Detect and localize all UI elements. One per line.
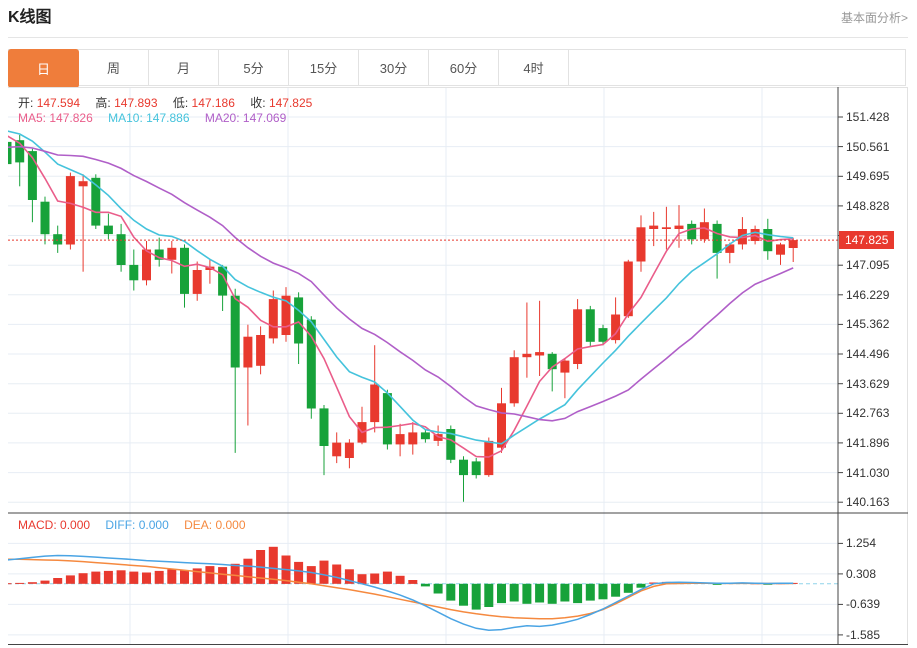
timeframe-tabs: 日 周 月 5分 15分 30分 60分 4时 xyxy=(8,49,906,88)
low-label: 低: xyxy=(172,96,189,110)
main-y-axis-label: 150.561 xyxy=(846,139,890,154)
macd-y-axis-label: 1.254 xyxy=(846,536,877,551)
main-y-axis-label: 143.629 xyxy=(846,376,890,391)
chart-area[interactable]: 开: 147.594 高: 147.893 低: 147.186 收: 147.… xyxy=(8,87,908,645)
macd-y-axis-label: 0.308 xyxy=(846,566,877,581)
tab-60min[interactable]: 60分 xyxy=(429,50,499,85)
open-value: 147.594 xyxy=(36,96,81,110)
main-y-axis-label: 145.362 xyxy=(846,317,890,332)
ma-legend: MA5: 147.826 MA10: 147.886 MA20: 147.069 xyxy=(18,111,298,125)
tab-day[interactable]: 日 xyxy=(8,49,79,88)
page-title: K线图 xyxy=(8,9,52,26)
fundamental-analysis-link[interactable]: 基本面分析> xyxy=(841,6,908,30)
high-label: 高: xyxy=(95,96,111,110)
main-y-axis-label: 144.496 xyxy=(846,347,890,362)
close-value: 147.825 xyxy=(268,96,313,110)
tabs-filler xyxy=(569,50,905,85)
ma20-value: 147.069 xyxy=(242,111,287,125)
main-y-axis-label: 141.030 xyxy=(846,465,890,480)
macd-y-axis-label: -0.639 xyxy=(846,597,881,612)
header-divider xyxy=(8,37,908,38)
main-y-axis-label: 140.163 xyxy=(846,495,890,510)
diff-value: 0.000 xyxy=(138,518,169,532)
main-y-axis-label: 151.428 xyxy=(846,110,890,124)
current-price-tag: 147.825 xyxy=(839,231,895,250)
ohlc-legend: 开: 147.594 高: 147.893 低: 147.186 收: 147.… xyxy=(18,94,324,111)
main-y-axis-label: 142.763 xyxy=(846,406,890,421)
high-value: 147.893 xyxy=(114,96,158,110)
ma5-label: MA5: xyxy=(18,111,47,125)
macd-label: MACD: xyxy=(18,518,57,532)
kline-page: K线图 基本面分析> 日 周 月 5分 15分 30分 60分 4时 开: 14… xyxy=(0,0,917,648)
ma5-value: 147.826 xyxy=(49,111,93,125)
tab-30min[interactable]: 30分 xyxy=(359,50,429,85)
main-y-axis-label: 147.095 xyxy=(846,258,890,273)
ma20-label: MA20: xyxy=(204,111,240,125)
ma10-label: MA10: xyxy=(108,111,143,125)
low-value: 147.186 xyxy=(191,96,235,110)
tab-4hour[interactable]: 4时 xyxy=(499,50,569,85)
tab-15min[interactable]: 15分 xyxy=(289,50,359,85)
main-y-axis-label: 149.695 xyxy=(846,169,890,184)
dea-value: 0.000 xyxy=(215,518,246,532)
macd-legend: MACD: 0.000 DIFF: 0.000 DEA: 0.000 xyxy=(18,518,258,532)
diff-label: DIFF: xyxy=(105,518,136,532)
page-header: K线图 基本面分析> xyxy=(8,6,908,30)
tab-week[interactable]: 周 xyxy=(79,50,149,85)
main-y-axis-label: 146.229 xyxy=(846,287,890,302)
ma10-value: 147.886 xyxy=(146,111,190,125)
kline-canvas[interactable] xyxy=(8,87,908,645)
dea-label: DEA: xyxy=(184,518,213,532)
tab-5min[interactable]: 5分 xyxy=(219,50,289,85)
main-y-axis-label: 148.828 xyxy=(846,198,890,213)
open-label: 开: xyxy=(18,96,34,110)
tab-month[interactable]: 月 xyxy=(149,50,219,85)
macd-value: 0.000 xyxy=(60,518,91,532)
main-y-axis-label: 141.896 xyxy=(846,435,890,450)
close-label: 收: xyxy=(250,96,266,110)
macd-y-axis-label: -1.585 xyxy=(846,627,881,642)
